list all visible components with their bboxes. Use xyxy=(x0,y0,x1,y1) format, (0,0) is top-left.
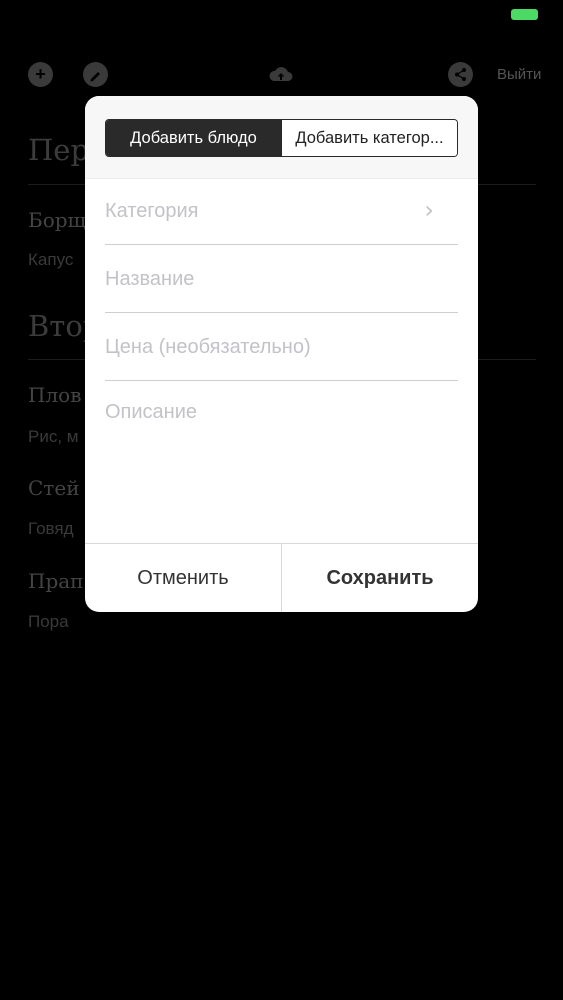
pencil-icon[interactable] xyxy=(83,62,108,87)
plus-icon[interactable]: + xyxy=(28,62,53,87)
category-field[interactable]: Категория › xyxy=(105,178,458,245)
tab-add-category[interactable]: Добавить категор... xyxy=(281,120,457,156)
dialog-header: Добавить блюдо Добавить категор... xyxy=(85,96,478,179)
dialog-footer: Отменить Сохранить xyxy=(85,543,478,612)
tab-add-dish[interactable]: Добавить блюдо xyxy=(106,120,281,156)
name-field[interactable]: Название xyxy=(105,246,458,313)
add-item-dialog: Добавить блюдо Добавить категор... Катег… xyxy=(85,96,478,612)
menu-item-description: Пора xyxy=(28,612,69,631)
price-field[interactable]: Цена (необязательно) xyxy=(105,314,458,381)
menu-item-description: Говяд xyxy=(28,519,74,538)
battery-indicator xyxy=(511,9,538,20)
chevron-right-icon: › xyxy=(424,196,434,224)
menu-item-name[interactable]: Прап xyxy=(28,569,84,593)
cloud-upload-icon[interactable] xyxy=(267,62,293,87)
menu-item-description: Капус xyxy=(28,250,74,269)
segmented-control: Добавить блюдо Добавить категор... xyxy=(105,119,458,157)
logout-link[interactable]: Выйти xyxy=(497,66,541,83)
cancel-button[interactable]: Отменить xyxy=(85,544,281,612)
name-placeholder: Название xyxy=(105,268,195,290)
save-button[interactable]: Сохранить xyxy=(281,544,478,612)
section-title: Пер xyxy=(28,133,90,167)
menu-item-name[interactable]: Стей xyxy=(28,476,80,500)
category-placeholder: Категория xyxy=(105,200,199,222)
share-icon[interactable] xyxy=(448,62,473,87)
description-placeholder: Описание xyxy=(105,401,198,423)
menu-item-name[interactable]: Борщ xyxy=(28,208,86,232)
price-placeholder: Цена (необязательно) xyxy=(105,336,311,358)
menu-item-name[interactable]: Плов xyxy=(28,383,81,407)
menu-item-description: Рис, м xyxy=(28,427,79,446)
